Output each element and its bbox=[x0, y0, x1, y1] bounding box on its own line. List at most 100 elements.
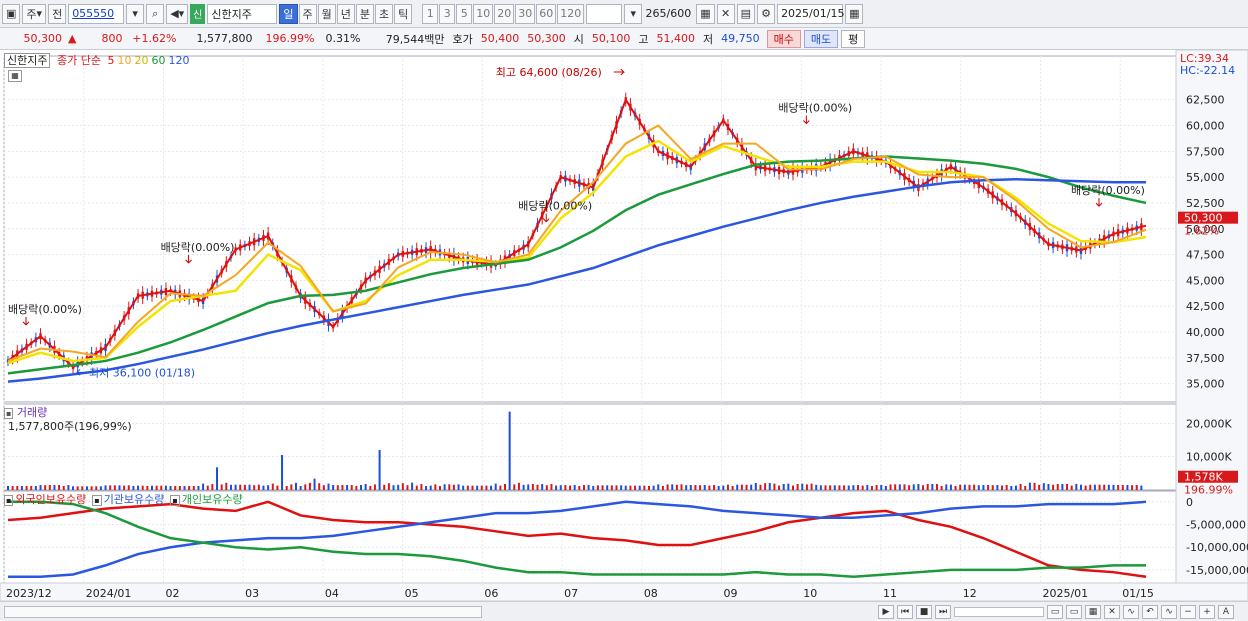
layout-icon[interactable]: ▣ bbox=[2, 3, 21, 24]
stock-name-tag[interactable]: 신한지주 bbox=[4, 53, 51, 68]
interval-dropdown-icon[interactable]: ▾ bbox=[624, 3, 643, 24]
code-dropdown-icon[interactable]: ▾ bbox=[126, 3, 145, 24]
volume-bar bbox=[1014, 485, 1017, 490]
volume-bar bbox=[531, 484, 534, 490]
x-tick-label: 08 bbox=[644, 587, 658, 600]
scroll-first-icon[interactable]: ⏮ bbox=[897, 604, 913, 619]
zoom-slider[interactable] bbox=[954, 606, 1044, 617]
period-tab-0[interactable]: 일 bbox=[279, 3, 298, 24]
interval-button-10[interactable]: 10 bbox=[473, 3, 494, 24]
interval-button-5[interactable]: 5 bbox=[456, 3, 473, 24]
font-icon[interactable]: A bbox=[1218, 604, 1234, 619]
volume-bar bbox=[127, 485, 130, 490]
volume-bar bbox=[894, 484, 897, 490]
interval-button-30[interactable]: 30 bbox=[515, 3, 536, 24]
volume-bar bbox=[564, 485, 567, 490]
market-type-select[interactable]: 주 ▾ bbox=[22, 3, 47, 24]
volume-bar bbox=[438, 486, 441, 490]
zoom-out-icon[interactable]: − bbox=[1180, 604, 1196, 619]
cross-icon[interactable]: ✕ bbox=[1104, 604, 1120, 619]
volume-bar bbox=[1098, 484, 1101, 490]
period-tab-6[interactable]: 틱 bbox=[394, 3, 413, 24]
dividend-annotation: 배당락(0.00%) bbox=[518, 200, 592, 213]
buy-button[interactable]: 매수 bbox=[766, 29, 801, 48]
interval-button-60[interactable]: 60 bbox=[536, 3, 557, 24]
volume-bar bbox=[578, 486, 581, 490]
holding-legend-icon[interactable]: ▪ bbox=[4, 495, 14, 506]
interval-custom-input[interactable] bbox=[586, 3, 623, 24]
scrollbar[interactable]: ▶ ⏮ ■ ⏭ ▭ ▭ ▦ ✕ ∿ ↶ ∿ − + A bbox=[0, 601, 1248, 621]
volume-bar bbox=[1019, 484, 1022, 490]
interval-button-1[interactable]: 1 bbox=[422, 3, 439, 24]
draw-icon[interactable]: ∿ bbox=[1123, 604, 1139, 619]
tile-icon[interactable]: ▦ bbox=[1085, 604, 1101, 619]
volume-bar bbox=[322, 485, 325, 490]
hoga-label: 호가 bbox=[452, 32, 473, 46]
volume-bar bbox=[740, 484, 743, 490]
volume-current-pct: 196.99% bbox=[1184, 484, 1233, 497]
x-tick-label: 05 bbox=[405, 587, 419, 600]
volume-bar bbox=[555, 485, 558, 490]
speaker-icon[interactable]: ◀▾ bbox=[166, 3, 189, 24]
volume-bar bbox=[954, 486, 957, 490]
jeon-button[interactable]: 전 bbox=[48, 3, 67, 24]
volume-bar bbox=[559, 485, 562, 490]
volume-bar bbox=[123, 485, 126, 490]
volume-bar bbox=[462, 485, 465, 490]
save-icon[interactable]: ▤ bbox=[736, 3, 756, 24]
scroll-right-icon[interactable]: ▶ bbox=[878, 604, 894, 619]
volume-bar bbox=[327, 483, 330, 490]
dividend-annotation: 배당락(0.00%) bbox=[161, 241, 235, 254]
sell-button[interactable]: 매도 bbox=[803, 29, 839, 48]
volume-ratio: 196.99% bbox=[265, 32, 315, 45]
search-icon[interactable]: ⌕ bbox=[146, 3, 165, 24]
period-tab-3[interactable]: 년 bbox=[336, 3, 355, 24]
price-tick-label: 42,500 bbox=[1186, 300, 1225, 313]
volume-bar bbox=[852, 485, 855, 490]
windows-icon[interactable]: ▭ bbox=[1066, 604, 1082, 619]
stop-icon[interactable]: ■ bbox=[916, 604, 932, 619]
chart-type-icon[interactable]: ▦ bbox=[696, 3, 715, 24]
window-icon[interactable]: ▭ bbox=[1047, 604, 1063, 619]
interval-buttons: 1 3 5 10 20 30 60 120 bbox=[422, 3, 585, 24]
interval-button-20[interactable]: 20 bbox=[494, 3, 515, 24]
crosshair-icon[interactable]: ✕ bbox=[716, 3, 735, 24]
volume-bar bbox=[248, 484, 251, 490]
volume-bar bbox=[1103, 484, 1106, 490]
volume-bar bbox=[20, 486, 23, 490]
zoom-in-icon[interactable]: + bbox=[1199, 604, 1215, 619]
scroll-last-icon[interactable]: ⏭ bbox=[935, 604, 951, 619]
volume-bar bbox=[95, 486, 98, 490]
volume-bar bbox=[861, 485, 864, 490]
date-input[interactable]: 2025/01/15 bbox=[777, 3, 844, 24]
interval-button-3[interactable]: 3 bbox=[439, 3, 456, 24]
volume-bar bbox=[457, 484, 460, 490]
gear-icon[interactable]: ⚙ bbox=[757, 3, 776, 24]
holding-legend-icon[interactable]: ▪ bbox=[170, 495, 180, 506]
volume-bar bbox=[935, 484, 938, 490]
undo-icon[interactable]: ↶ bbox=[1142, 604, 1158, 619]
scroll-thumb[interactable] bbox=[4, 606, 482, 618]
x-tick-label: 07 bbox=[564, 587, 578, 600]
quote-bar: 50,300 ▲ 800 +1.62% 1,577,800 196.99% 0.… bbox=[0, 28, 1248, 50]
chart-svg[interactable]: 35,00037,50040,00042,50045,00047,50050,0… bbox=[0, 49, 1248, 602]
period-tab-1[interactable]: 주 bbox=[298, 3, 317, 24]
period-tab-5[interactable]: 초 bbox=[375, 3, 394, 24]
period-tab-4[interactable]: 분 bbox=[355, 3, 374, 24]
volume-bar bbox=[504, 484, 507, 490]
volume-bar bbox=[304, 484, 307, 490]
interval-button-120[interactable]: 120 bbox=[557, 3, 585, 24]
calendar-icon[interactable]: ▦ bbox=[845, 3, 864, 24]
period-tab-2[interactable]: 월 bbox=[317, 3, 336, 24]
volume-bar bbox=[870, 486, 873, 490]
stock-code-input[interactable]: 055550 bbox=[68, 3, 125, 24]
eval-button[interactable]: 평 bbox=[841, 29, 866, 48]
chart-line-icon[interactable]: ∿ bbox=[1161, 604, 1177, 619]
volume-bar bbox=[829, 485, 832, 490]
holding-legend-icon[interactable]: ▪ bbox=[92, 495, 102, 506]
volume-bar bbox=[276, 485, 279, 490]
chart-area[interactable]: 35,000 37,500 40,000 42,500 45,000 47,500 50,0… bbox=[0, 49, 1248, 602]
stock-name-field[interactable]: 신한지주 bbox=[207, 3, 278, 24]
volume-bar bbox=[169, 486, 172, 490]
grid-icon[interactable]: ▦ bbox=[8, 70, 22, 82]
